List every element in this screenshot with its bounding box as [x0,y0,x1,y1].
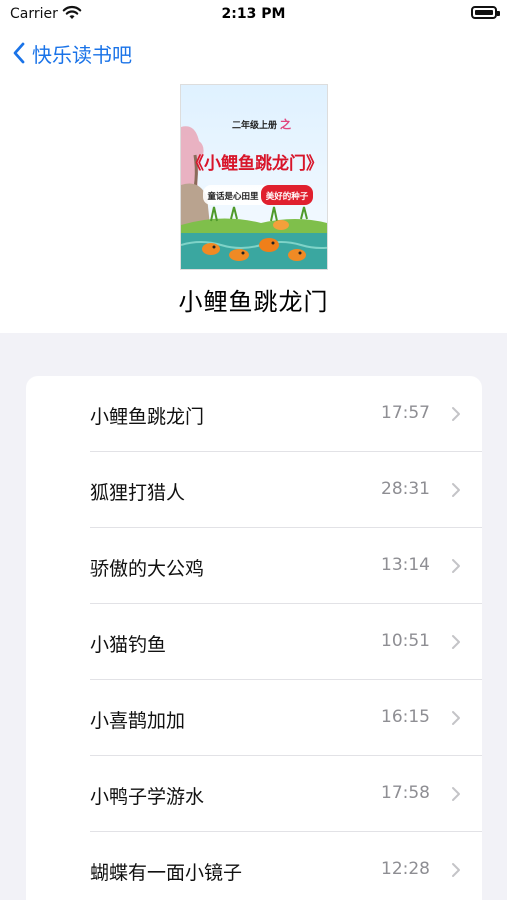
chapter-name: 小鲤鱼跳龙门 [90,406,205,428]
chapter-row[interactable]: 小猫钓鱼 10:51 [26,604,482,680]
status-bar: Carrier 2:13 PM [0,0,507,30]
back-label: 快乐读书吧 [32,42,132,67]
chevron-right-icon [452,863,460,877]
chapter-duration: 16:15 [381,707,430,727]
chapter-name: 小鸭子学游水 [90,786,205,808]
chapter-name: 小喜鹊加加 [90,710,186,732]
chapter-duration: 17:57 [381,403,430,423]
chapter-duration: 28:31 [381,479,430,499]
cover-slogan-left: 童话是心田里 [207,191,259,202]
chapter-row[interactable]: 小鸭子学游水 17:58 [26,756,482,832]
chapter-name: 狐狸打猎人 [90,482,186,504]
back-button[interactable]: 快乐读书吧 [12,38,132,68]
chapter-name: 骄傲的大公鸡 [90,558,205,580]
book-title: 小鲤鱼跳龙门 [178,288,329,316]
chapter-duration: 17:58 [381,783,430,803]
cover-title-text: 《小鲤鱼跳龙门》 [187,153,323,174]
chapter-duration: 10:51 [381,631,430,651]
chapter-row[interactable]: 骄傲的大公鸡 13:14 [26,528,482,604]
chapter-name: 蝴蝶有一面小镜子 [90,862,243,884]
chevron-left-icon [13,42,25,64]
chapter-row[interactable]: 狐狸打猎人 28:31 [26,452,482,528]
chevron-right-icon [452,711,460,725]
chevron-right-icon [452,559,460,573]
battery-icon [471,6,500,19]
chapter-list: 小鲤鱼跳龙门 17:57 狐狸打猎人 28:31 骄傲的大公鸡 13:14 小猫… [26,376,482,900]
cover-zhi-text: 之 [280,117,291,131]
chevron-right-icon [452,787,460,801]
chapter-duration: 13:14 [381,555,430,575]
chapter-duration: 12:28 [381,859,430,879]
chapter-row[interactable]: 小鲤鱼跳龙门 17:57 [26,376,482,452]
chapter-row[interactable]: 蝴蝶有一面小镜子 12:28 [26,832,482,900]
cover-grade-text: 二年级上册 [232,119,277,131]
chevron-right-icon [452,635,460,649]
chevron-right-icon [452,483,460,497]
chapter-name: 小猫钓鱼 [90,634,167,656]
status-time: 2:13 PM [221,6,286,22]
navigation-bar: 快乐读书吧 [0,30,507,76]
chapter-row[interactable]: 小喜鹊加加 16:15 [26,680,482,756]
book-cover-image: 二年级上册 之 《小鲤鱼跳龙门》 童话是心田里 美好的种子 [180,84,328,270]
cover-slogan-right: 美好的种子 [266,191,309,202]
chevron-right-icon [452,407,460,421]
